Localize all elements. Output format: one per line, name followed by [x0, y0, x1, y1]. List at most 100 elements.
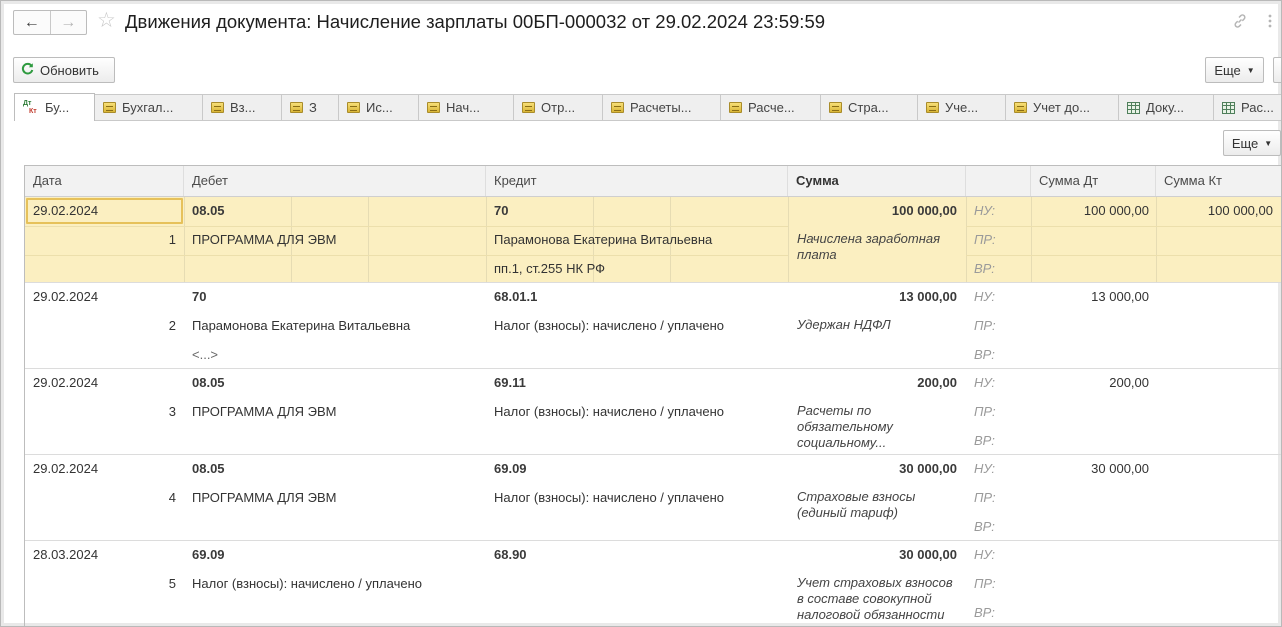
entry-content: Удержан НДФЛ: [797, 317, 891, 332]
entry-date: 29.02.2024: [33, 375, 99, 390]
page-title: Движения документа: Начисление зарплаты …: [125, 11, 826, 32]
column-header-amount-dt[interactable]: Сумма Дт: [1031, 166, 1156, 196]
refresh-button-label: Обновить: [40, 62, 99, 78]
cell-divider: [966, 197, 967, 282]
tab-label: Рас...: [1241, 100, 1274, 115]
permanent-difference-label: ПР:: [974, 404, 996, 419]
credit-account: 69.11: [494, 375, 526, 390]
register-tabs: Дт Кт Бу... Бухгал... Вз... З Ис... Нач... Отр..…: [14, 93, 1281, 121]
tab-1[interactable]: Дт Кт Бу...: [14, 93, 95, 121]
entry-amount: 30 000,00: [899, 547, 957, 562]
tab-10[interactable]: Стра...: [820, 94, 918, 120]
navigation-buttons: ← →: [13, 10, 87, 35]
table-row[interactable]: 29.02.2024 1 08.05 ПРОГРАММА ДЛЯ ЭВМ 70 Парам…: [25, 197, 1281, 283]
tab-label: Стра...: [848, 100, 889, 115]
cell-divider: [25, 255, 788, 256]
tab-7[interactable]: Отр...: [513, 94, 603, 120]
tab-label: Вз...: [230, 100, 256, 115]
column-header-date[interactable]: Дата: [25, 166, 184, 196]
entry-date: 29.02.2024: [33, 461, 99, 476]
tab-4[interactable]: З: [281, 94, 339, 120]
column-header-amount-kt[interactable]: Сумма Кт: [1156, 166, 1281, 196]
tab-label: Расчеты...: [630, 100, 692, 115]
table-row[interactable]: 29.02.2024 2 70 Парамонова Екатерина Виталь…: [25, 283, 1281, 369]
tax-accounting-label: НУ:: [974, 547, 996, 562]
refresh-button[interactable]: Обновить: [13, 57, 115, 83]
more-menu-button[interactable]: Еще ▼: [1205, 57, 1264, 83]
table-row[interactable]: 29.02.2024 3 08.05 ПРОГРАММА ДЛЯ ЭВМ 69.11 На…: [25, 369, 1281, 455]
register-icon: [211, 102, 224, 113]
register-icon: [729, 102, 742, 113]
credit-account: 68.90: [494, 547, 527, 562]
table-row[interactable]: 28.03.2024 5 69.09 Налог (взносы): начислен…: [25, 541, 1281, 626]
tab-12[interactable]: Учет до...: [1005, 94, 1119, 120]
register-icon: [427, 102, 440, 113]
forward-button[interactable]: →: [51, 11, 87, 34]
debit-account: 08.05: [192, 375, 225, 390]
tab-label: Доку...: [1146, 100, 1185, 115]
tab-2[interactable]: Бухгал...: [94, 94, 203, 120]
column-header-credit[interactable]: Кредит: [486, 166, 788, 196]
table-more-menu-button[interactable]: Еще ▼: [1223, 130, 1281, 156]
cell-divider: [1031, 197, 1032, 282]
tab-11[interactable]: Уче...: [917, 94, 1006, 120]
tab-label: Ис...: [366, 100, 393, 115]
entry-content: Учет страховых взносов в составе совокуп…: [797, 575, 953, 622]
tab-8[interactable]: Расчеты...: [602, 94, 721, 120]
credit-subconto-1: Налог (взносы): начислено / уплачено: [494, 404, 724, 419]
amount-dt: 100 000,00: [1083, 203, 1149, 218]
debit-subconto-2: <...>: [192, 347, 219, 362]
permanent-difference-label: ПР:: [974, 318, 996, 333]
table-row[interactable]: 29.02.2024 4 08.05 ПРОГРАММА ДЛЯ ЭВМ 69.09 На…: [25, 455, 1281, 541]
tax-accounting-label: НУ:: [974, 289, 996, 304]
column-header-amount[interactable]: Сумма: [788, 166, 966, 196]
extra-toolbar-button[interactable]: [1273, 57, 1281, 83]
tab-14[interactable]: Рас...: [1213, 94, 1281, 120]
accounting-entries-table: Дата Дебет Кредит Сумма Сумма Дт Сумма К…: [24, 165, 1281, 626]
tab-3[interactable]: Вз...: [202, 94, 282, 120]
amount-dt: 13 000,00: [1091, 289, 1149, 304]
tab-6[interactable]: Нач...: [418, 94, 514, 120]
debit-subconto-1: Налог (взносы): начислено / уплачено: [192, 576, 422, 591]
link-icon[interactable]: [1232, 13, 1248, 32]
entry-amount: 30 000,00: [899, 461, 957, 476]
entry-amount: 100 000,00: [891, 203, 957, 218]
more-menu-label: Еще: [1214, 62, 1241, 78]
temporary-difference-label: ВР:: [974, 605, 995, 620]
column-header-accounting-type[interactable]: [966, 166, 1031, 196]
credit-subconto-2: пп.1, ст.255 НК РФ: [494, 261, 606, 276]
back-button[interactable]: ←: [14, 11, 51, 34]
tab-9[interactable]: Расче...: [720, 94, 821, 120]
credit-account: 69.09: [494, 461, 527, 476]
grid-icon: [1127, 101, 1140, 114]
document-movements-window: ← → ☆ Движения документа: Начисление зар…: [0, 0, 1282, 627]
tab-5[interactable]: Ис...: [338, 94, 419, 120]
entry-number: 3: [168, 404, 176, 419]
cell-divider: [184, 197, 185, 282]
favorite-star-icon[interactable]: ☆: [97, 10, 116, 31]
debit-subconto-1: Парамонова Екатерина Витальевна: [192, 318, 411, 333]
entry-content: Начислена заработная плата: [797, 231, 941, 262]
tab-label: Бу...: [45, 100, 70, 115]
table-more-menu-label: Еще: [1231, 135, 1259, 151]
tab-13[interactable]: Доку...: [1118, 94, 1214, 120]
debit-account: 08.05: [192, 203, 225, 218]
cell-divider: [25, 226, 788, 227]
column-header-debit[interactable]: Дебет: [184, 166, 486, 196]
entry-content: Страховые взносы (единый тариф): [797, 489, 916, 520]
tab-label: Бухгал...: [122, 100, 174, 115]
table-body: 29.02.2024 1 08.05 ПРОГРАММА ДЛЯ ЭВМ 70 Парам…: [25, 197, 1281, 626]
more-actions-dots-icon[interactable]: [1267, 13, 1273, 32]
cell-divider: [788, 197, 789, 282]
chevron-down-icon: ▼: [1264, 138, 1273, 148]
amount-dt: 30 000,00: [1091, 461, 1149, 476]
tab-label: З: [309, 100, 317, 115]
credit-account: 68.01.1: [494, 289, 538, 304]
debit-subconto-1: ПРОГРАММА ДЛЯ ЭВМ: [192, 490, 337, 505]
entry-date: 29.02.2024: [33, 289, 99, 304]
refresh-icon: [21, 62, 34, 78]
focused-cell-outline: [26, 198, 183, 224]
cell-divider: [966, 226, 1281, 227]
tab-label: Уче...: [945, 100, 979, 115]
permanent-difference-label: ПР:: [974, 490, 996, 505]
